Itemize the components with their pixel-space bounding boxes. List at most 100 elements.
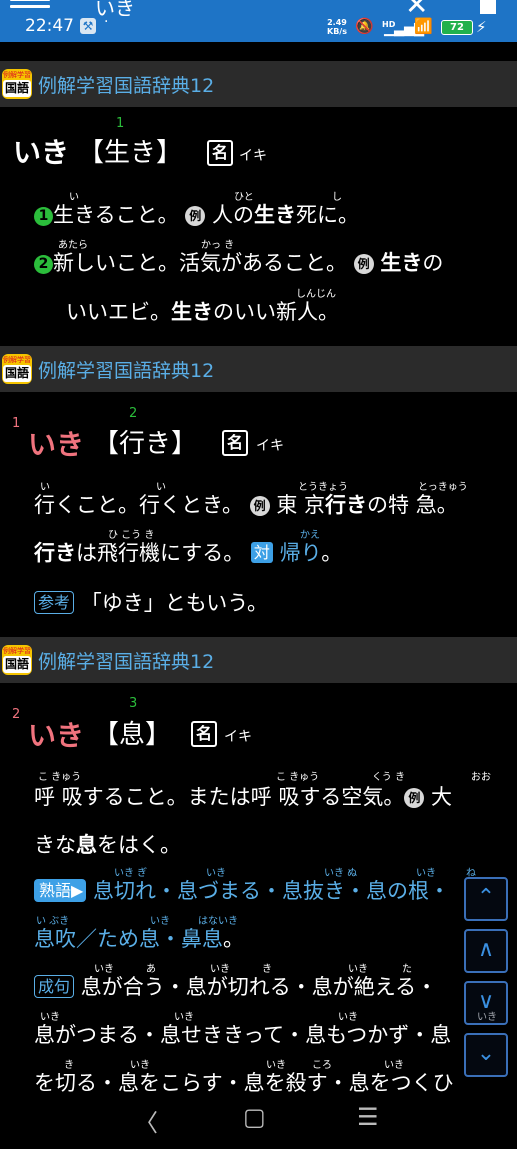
katakana-reading: イキ	[224, 729, 252, 745]
status-bar: いき 22:47 ⚒ · ✕ 2.49 KB/s 🔕 HD ▁▃▅▇ 📶 72 ⚡	[0, 0, 517, 42]
example-text: 人の	[211, 203, 254, 227]
idioms-badge: 成句	[34, 975, 75, 998]
idiom-text: 息が合う・息が切れる・息が絶える・	[80, 975, 438, 999]
scroll-top-button[interactable]: ⌃	[464, 877, 508, 921]
dictionary-name: 例解学習国語辞典12	[38, 360, 215, 382]
back-button[interactable]: 〈	[134, 1103, 158, 1138]
example-text: のいい新人。	[213, 300, 339, 324]
antonym-link[interactable]: 帰り	[280, 541, 322, 565]
kanji-superscript: 2	[129, 406, 138, 421]
example-keyword: 行き	[34, 541, 76, 565]
headword-kanji: 【息】	[93, 720, 172, 750]
dictionary-logo: 例解学習 国語	[2, 645, 32, 675]
compound-words-line: 息吹／ため息・鼻息。	[34, 923, 244, 953]
bookmark-icon[interactable]	[480, 0, 496, 14]
logo-main-text: 国語	[3, 365, 31, 382]
mute-icon: 🔕	[355, 17, 374, 35]
logo-main-text: 国語	[3, 656, 31, 673]
ruby: おお	[471, 772, 491, 783]
example-text: の	[422, 251, 444, 275]
net-rate-unit: KB/s	[327, 27, 347, 36]
charging-icon: ⚡	[476, 18, 487, 36]
scroll-up-button[interactable]: ∧	[464, 929, 508, 973]
katakana-reading: イキ	[239, 148, 267, 164]
definition-line: 行きは飛行機にする。 対 帰り。	[34, 537, 342, 567]
dictionary-name: 例解学習国語辞典12	[38, 651, 215, 673]
wrench-icon: ⚒	[80, 18, 96, 34]
homonym-number: 2	[12, 707, 21, 722]
idioms-line: 成句 息が合う・息が切れる・息が絶える・	[34, 971, 437, 1001]
example-badge: 例	[353, 254, 374, 274]
dictionary-header[interactable]: 例解学習 国語 例解学習国語辞典12	[0, 637, 517, 683]
idiom-text: を切る・息をこらす・息を殺す・息をつくひ	[34, 1071, 454, 1095]
idiom-text: 息がつまる・息せききって・息もつかず・息	[34, 1023, 452, 1047]
notification-dot: ·	[104, 14, 109, 30]
definition-line: きな息をはく。	[34, 829, 181, 859]
definition-line: 1 生きること。 例 人の生き死に。	[34, 199, 359, 229]
part-of-speech-badge: 名	[207, 140, 233, 166]
headword: いき	[28, 719, 85, 752]
kanji-superscript: 3	[129, 696, 138, 711]
recents-button[interactable]: ☰	[357, 1103, 379, 1131]
definition-line: 行くこと。行くとき。 例 東 京行きの特 急。	[34, 489, 458, 519]
part-of-speech-badge: 名	[222, 430, 248, 456]
compound-words-links[interactable]: 息吹／ため息・鼻息	[34, 927, 223, 951]
headword-kanji: 【行き】	[93, 429, 198, 459]
example-text: 東 京	[276, 493, 326, 517]
def-text: 生きること。	[53, 203, 179, 227]
window-title: いき	[95, 0, 135, 20]
logo-top-text: 例解学習	[3, 71, 31, 79]
example-text: は飛行機にする。	[76, 541, 245, 565]
example-text: 大	[431, 785, 453, 809]
example-badge: 例	[249, 496, 270, 516]
headword-kanji: 【生き】	[78, 138, 183, 168]
network-rate: 2.49 KB/s	[327, 18, 347, 36]
compound-words-line: 熟語▶ 息切れ・息づまる・息抜き・息の根・	[34, 875, 450, 905]
menu-icon[interactable]	[10, 0, 50, 16]
headword: いき	[28, 428, 85, 461]
idioms-line: を切る・息をこらす・息を殺す・息をつくひ	[34, 1067, 454, 1097]
dictionary-header[interactable]: 例解学習 国語 例解学習国語辞典12	[0, 346, 517, 392]
katakana-reading: イキ	[256, 438, 284, 454]
example-text: 死に。	[295, 203, 359, 227]
home-button[interactable]: ▢	[243, 1103, 266, 1131]
def-text: 呼 吸すること。または呼 吸する空気。	[34, 785, 405, 809]
idioms-line: 息がつまる・息せききって・息もつかず・息	[34, 1019, 451, 1049]
dictionary-header[interactable]: 例解学習 国語 例解学習国語辞典12	[0, 61, 517, 107]
definition-line: 参考 「ゆき」ともいう。	[34, 587, 268, 617]
logo-top-text: 例解学習	[3, 647, 31, 655]
compound-words-links[interactable]: 息切れ・息づまる・息抜き・息の根・	[93, 879, 450, 903]
headword: いき	[13, 136, 70, 169]
example-keyword: 息	[76, 833, 97, 857]
def-text: 。	[223, 927, 244, 951]
dictionary-logo: 例解学習 国語	[2, 69, 32, 99]
compound-words-badge[interactable]: 熟語▶	[34, 879, 87, 902]
example-badge: 例	[185, 206, 206, 226]
def-text: 行くこと。行くとき。	[34, 493, 243, 517]
example-text: をはく。	[97, 833, 181, 857]
example-text: いいエビ。	[66, 300, 171, 324]
scroll-down-button[interactable]: ∨	[464, 981, 508, 1025]
net-rate-value: 2.49	[327, 18, 347, 27]
def-text: 「ゆき」ともいう。	[80, 591, 269, 615]
definition-line: 呼 吸すること。または呼 吸する空気。例 大	[34, 781, 452, 811]
antonym-badge: 対	[250, 542, 273, 563]
example-keyword: 行き	[325, 493, 368, 517]
part-of-speech-badge: 名	[191, 721, 217, 747]
battery-icon: 72	[441, 20, 473, 35]
wifi-icon: 📶	[414, 17, 433, 35]
logo-top-text: 例解学習	[3, 356, 31, 364]
example-badge: 例	[404, 788, 425, 808]
example-text: きな	[34, 833, 76, 857]
example-keyword: 生き	[380, 251, 423, 275]
sense-number: 2	[34, 255, 53, 274]
scroll-bottom-button[interactable]: ⌄	[464, 1033, 508, 1077]
dictionary-name: 例解学習国語辞典12	[38, 75, 215, 97]
logo-main-text: 国語	[3, 80, 31, 97]
def-text: 。	[321, 541, 343, 565]
kanji-superscript: 1	[116, 116, 125, 131]
dictionary-logo: 例解学習 国語	[2, 354, 32, 384]
definition-line: 2 新しいこと。活気があること。 例 生きの	[34, 247, 443, 277]
definition-line: いいエビ。生きのいい新人。	[66, 296, 339, 326]
def-text: 新しいこと。活気があること。	[53, 251, 347, 275]
